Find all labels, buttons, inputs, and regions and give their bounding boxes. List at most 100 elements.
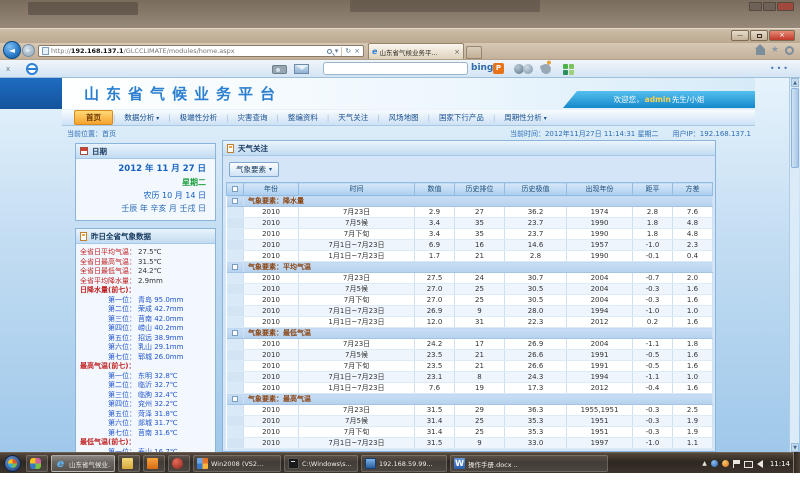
group-checkbox[interactable] [232, 198, 238, 204]
taskbar-clock[interactable]: 11:14 [770, 460, 790, 468]
forward-button[interactable]: ► [22, 44, 35, 57]
screen: — × ◄ ► http://192.168.137.1/GLCCLIMATE/… [0, 0, 800, 500]
bg-close-button[interactable] [777, 2, 794, 11]
taskbar-button-player-media[interactable] [168, 455, 190, 472]
start-button[interactable] [4, 455, 21, 472]
bg-minimize-button[interactable] [749, 2, 762, 11]
stop-icon[interactable]: × [354, 48, 360, 55]
table-cell: 7月23日 [299, 273, 415, 284]
weather-stat: 全省日最高气温：31.5℃ [80, 258, 211, 268]
table-cell: 26.6 [505, 361, 567, 372]
table-cell: -0.1 [633, 251, 673, 262]
table-cell: 24.3 [505, 372, 567, 383]
table-cell: 7月23日 [299, 207, 415, 218]
bing-logo[interactable]: bing [471, 64, 493, 73]
maximize-button[interactable] [750, 30, 768, 41]
nav-item-1[interactable]: 首页 [74, 110, 113, 125]
chevron-down-icon[interactable]: ▾ [335, 48, 339, 55]
nav-item-5[interactable]: 整编资料 [279, 110, 327, 125]
table-cell: 21 [455, 251, 505, 262]
group-checkbox[interactable] [232, 330, 238, 336]
taskbar-button-cmd[interactable]: C:\Windows\s... [284, 455, 358, 472]
taskbar-button-rdp[interactable]: 192.168.59.99... [361, 455, 447, 472]
weather-panel-title: 昨日全省气象数据 [91, 231, 151, 242]
taskbar-button-player-orange[interactable] [143, 455, 165, 472]
table-cell: 7月下旬 [299, 427, 415, 438]
search-icon[interactable] [327, 49, 332, 54]
group-checkbox[interactable] [232, 396, 238, 402]
favorites-star-icon[interactable]: ★ [771, 46, 779, 55]
nav-item-9[interactable]: 周期性分析 ▾ [495, 110, 555, 125]
browser-command-bar: x bing P ••• [0, 59, 800, 78]
group-checkbox[interactable] [232, 264, 238, 270]
nav-item-4[interactable]: 灾害查询 [229, 110, 277, 125]
toolbar-overflow-icon[interactable]: ••• [770, 64, 790, 73]
table-cell: 1957 [567, 240, 633, 251]
taskbar-buttons: e山东省气候业... Win2008 (VS2...C:\Windows\s...… [26, 455, 608, 472]
refresh-icon[interactable]: ↻ [345, 48, 351, 55]
bing-badge-icon[interactable]: P [493, 63, 504, 74]
taskbar-button-vm[interactable]: Win2008 (VS2... [193, 455, 281, 472]
action-center-flag-icon[interactable] [733, 460, 740, 468]
volume-icon[interactable] [757, 460, 763, 468]
taskbar-button-folder[interactable] [118, 455, 140, 472]
close-button[interactable]: × [769, 30, 795, 41]
header-checkbox[interactable] [232, 186, 238, 192]
table-row: 20107月下旬27.02530.52004-0.31.6 [227, 295, 713, 306]
table-cell: 1.6 [673, 284, 713, 295]
satellite-icon[interactable] [540, 63, 553, 76]
binoculars-icon[interactable] [514, 64, 534, 75]
table-cell: 9 [455, 438, 505, 449]
url-input[interactable]: http://192.168.137.1/GLCCLIMATE/modules/… [51, 47, 325, 55]
chevron-down-icon: ▾ [542, 115, 547, 122]
table-cell: 2.3 [673, 240, 713, 251]
table-row: 20107月1日~7月23日23.1824.31994-1.11.0 [227, 372, 713, 383]
nav-item-6[interactable]: 天气关注 [329, 110, 377, 125]
nav-item-7[interactable]: 风场地图 [380, 110, 428, 125]
group-label: 气象要素：平均气温 [244, 262, 713, 273]
table-cell: 31 [455, 317, 505, 328]
browser-tab[interactable]: e 山东省气候业务平... × [368, 43, 464, 59]
taskbar-button-launcher[interactable] [26, 455, 48, 472]
table-cell: 1.0 [673, 372, 713, 383]
scroll-down-icon[interactable]: ▼ [791, 443, 799, 452]
toolbar-search-input[interactable] [323, 62, 468, 75]
element-dropdown-button[interactable]: 气象要素▾ [229, 162, 279, 177]
minimize-button[interactable]: — [731, 30, 749, 41]
weather-stat: 全省日最低气温：24.2℃ [80, 267, 211, 277]
scroll-up-icon[interactable]: ▲ [791, 78, 799, 87]
table-cell: 1.9 [673, 416, 713, 427]
tab-close-icon[interactable]: × [454, 48, 460, 56]
table-cell: 25 [455, 284, 505, 295]
mail-icon[interactable] [294, 64, 309, 74]
page-scrollbar[interactable]: ▲ ▼ [789, 78, 799, 452]
nav-item-2[interactable]: 数据分析 ▾ [115, 110, 168, 125]
recycle-icon[interactable] [563, 64, 574, 75]
bg-maximize-button[interactable] [763, 2, 776, 11]
tray-app-icon[interactable] [722, 460, 729, 467]
camera-icon[interactable] [272, 65, 287, 74]
tray-app-icon[interactable] [711, 460, 718, 467]
address-bar[interactable]: http://192.168.137.1/GLCCLIMATE/modules/… [38, 45, 364, 57]
show-desktop-button[interactable] [793, 452, 800, 473]
blocked-icon[interactable] [26, 63, 38, 75]
back-button[interactable]: ◄ [3, 41, 21, 59]
table-cell: 2010 [244, 240, 299, 251]
table-row: 20107月5候23.52126.61991-0.51.6 [227, 350, 713, 361]
background-window-controls[interactable] [749, 2, 794, 11]
nav-item-3[interactable]: 极端性分析 [171, 110, 227, 125]
tools-gear-icon[interactable] [785, 46, 794, 55]
vm-icon [197, 458, 208, 469]
nav-item-8[interactable]: 国家下行产品 [430, 110, 493, 125]
tray-expand-icon[interactable]: ▲ [702, 460, 707, 467]
home-icon[interactable] [756, 49, 765, 55]
taskbar-button-word[interactable]: W操作手册.docx .. [450, 455, 608, 472]
network-icon[interactable] [744, 461, 753, 468]
scrollbar-thumb[interactable] [791, 88, 799, 168]
close-toolbar-icon[interactable]: x [6, 65, 10, 73]
taskbar-button-ie[interactable]: e山东省气候业... [51, 455, 115, 472]
table-cell: 7月下旬 [299, 295, 415, 306]
table-cell: 1990 [567, 229, 633, 240]
username: admin [645, 95, 671, 104]
new-tab-button[interactable] [466, 46, 482, 59]
